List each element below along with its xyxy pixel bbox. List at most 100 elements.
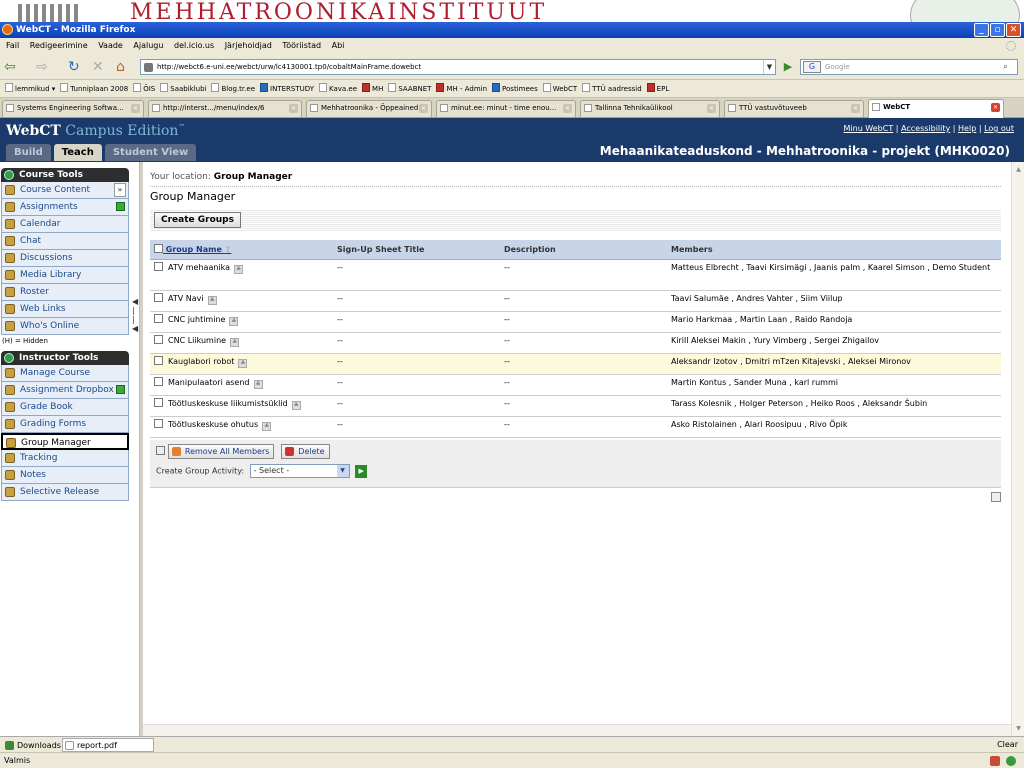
collapse-icon[interactable]: [4, 353, 14, 363]
bookmark-postimees[interactable]: Postimees: [492, 80, 538, 97]
sidebar-item-manage-course[interactable]: Manage Course: [1, 365, 129, 382]
bookmark-mh-admin[interactable]: MH - Admin: [436, 80, 487, 97]
link-my-webct[interactable]: Minu WebCT: [844, 124, 894, 133]
scroll-down-icon[interactable]: ▼: [1013, 723, 1024, 734]
select-all-checkbox[interactable]: [154, 244, 163, 254]
sidebar-item-selective-release[interactable]: Selective Release: [1, 484, 129, 501]
sidebar-item-notes[interactable]: Notes: [1, 467, 129, 484]
print-icon[interactable]: [991, 492, 1001, 502]
menu-file[interactable]: Fail: [6, 41, 19, 50]
close-tab-icon[interactable]: ✕: [851, 104, 860, 113]
sidebar-item-group-manager[interactable]: Group Manager: [1, 433, 129, 450]
download-item[interactable]: report.pdf: [62, 738, 154, 752]
vertical-scrollbar[interactable]: ▲ ▼: [1011, 162, 1024, 736]
browser-tab-minut-ee-minut-time-enou[interactable]: minut.ee: minut - time enou... ✕: [436, 100, 576, 117]
close-tab-icon[interactable]: ✕: [289, 104, 298, 113]
row-checkbox[interactable]: [154, 334, 163, 344]
sidebar-item-media-library[interactable]: Media Library: [1, 267, 129, 284]
row-checkbox[interactable]: [154, 355, 163, 365]
close-tab-icon[interactable]: ✕: [563, 104, 572, 113]
go-arrow-icon[interactable]: ▶: [355, 464, 368, 478]
stop-icon[interactable]: ✕: [92, 58, 104, 76]
row-checkbox[interactable]: [154, 313, 163, 323]
link-accessibility[interactable]: Accessibility: [901, 124, 950, 133]
sidebar-item-grade-book[interactable]: Grade Book: [1, 399, 129, 416]
addon-icon[interactable]: [990, 756, 1000, 766]
browser-tab-mehhatroonika-oppeained[interactable]: Mehhatroonika - Õppeained ✕: [306, 100, 432, 117]
tab-build[interactable]: Build: [6, 144, 51, 161]
chevron-down-icon[interactable]: »: [114, 183, 126, 197]
bookmark-saabnet[interactable]: SAABNET: [388, 80, 431, 97]
group-options-icon[interactable]: ≚: [234, 264, 244, 274]
bookmark-webct[interactable]: WebCT: [542, 80, 577, 97]
home-icon[interactable]: ⌂: [116, 58, 125, 76]
menu-history[interactable]: Ajalugu: [133, 41, 163, 50]
browser-tab-tallinna-tehnikaulikool[interactable]: Tallinna Tehnikaülikool ✕: [580, 100, 720, 117]
sidebar-item-grading-forms[interactable]: Grading Forms: [1, 416, 129, 433]
group-options-icon[interactable]: ≚: [291, 400, 301, 410]
menu-bookmarks[interactable]: Järjehoidjad: [225, 41, 272, 50]
group-name[interactable]: Töötluskeskuse liikumistsüklid: [168, 399, 288, 408]
security-ok-icon[interactable]: [1006, 756, 1016, 766]
search-engine-icon[interactable]: G: [803, 61, 821, 73]
chevron-down-icon[interactable]: ▼: [336, 465, 349, 477]
delete-button[interactable]: Delete: [281, 444, 330, 459]
bookmark-tunniplaan-2008[interactable]: Tunniplaan 2008: [60, 80, 128, 97]
create-groups-button[interactable]: Create Groups: [154, 212, 241, 228]
group-name[interactable]: Töötluskeskuse ohutus: [168, 420, 258, 429]
group-name[interactable]: ATV mehaanika: [168, 263, 230, 272]
remove-all-members-button[interactable]: Remove All Members: [167, 444, 275, 459]
menu-view[interactable]: Vaade: [98, 41, 123, 50]
reload-icon[interactable]: ↻: [68, 58, 80, 76]
go-icon[interactable]: ▶: [780, 59, 796, 75]
search-icon[interactable]: ⌕: [1003, 61, 1015, 73]
back-icon[interactable]: ⇦: [4, 58, 16, 76]
sidebar-item-who-s-online[interactable]: Who's Online: [1, 318, 129, 335]
scroll-up-icon[interactable]: ▲: [1013, 164, 1024, 175]
bookmark-interstudy[interactable]: INTERSTUDY: [260, 80, 314, 97]
tab-teach[interactable]: Teach: [53, 144, 102, 161]
minimize-icon[interactable]: _: [974, 23, 989, 37]
search-box[interactable]: G Google ⌕: [800, 59, 1018, 75]
check-all-icon[interactable]: [156, 446, 165, 455]
group-name[interactable]: Kauglabori robot: [168, 357, 234, 366]
group-options-icon[interactable]: ≚: [230, 337, 240, 347]
url-bar[interactable]: http://webct6.e-uni.ee/webct/urw/lc41300…: [140, 59, 776, 75]
row-checkbox[interactable]: [154, 376, 163, 386]
column-group-name[interactable]: Group Name ⇧: [150, 240, 333, 260]
browser-tab-http-interst-menu-index-6[interactable]: http://interst.../menu/index/6 ✕: [148, 100, 302, 117]
group-name[interactable]: CNC Liikumine: [168, 336, 226, 345]
browser-tab-ttu-vastuvotuveeb[interactable]: TTÜ vastuvõtuveeb ✕: [724, 100, 864, 117]
link-logout[interactable]: Log out: [984, 124, 1014, 133]
bookmark-saabiklubi[interactable]: Saabiklubi: [160, 80, 206, 97]
sidebar-collapse-icon[interactable]: ◀ | | ◀: [132, 297, 138, 333]
row-checkbox[interactable]: [154, 418, 163, 428]
menu-edit[interactable]: Redigeerimine: [30, 41, 88, 50]
instructor-tools-header[interactable]: Instructor Tools: [1, 351, 129, 365]
forward-icon[interactable]: ⇨: [36, 58, 48, 76]
sidebar-item-assignment-dropbox[interactable]: Assignment Dropbox: [1, 382, 129, 399]
bookmark-ttu-aadressid[interactable]: TTÜ aadressid: [582, 80, 642, 97]
link-help[interactable]: Help: [958, 124, 976, 133]
sidebar-item-course-content[interactable]: Course Content »: [1, 182, 129, 199]
group-options-icon[interactable]: ≚: [253, 379, 263, 389]
tab-student-view[interactable]: Student View: [104, 144, 197, 161]
row-checkbox[interactable]: [154, 397, 163, 407]
collapse-icon[interactable]: [4, 170, 14, 180]
course-tools-header[interactable]: Course Tools: [1, 168, 129, 182]
close-tab-icon[interactable]: ✕: [419, 104, 428, 113]
bookmark-blog-tr-ee[interactable]: Blog.tr.ee: [211, 80, 255, 97]
bookmark-epl[interactable]: EPL: [646, 80, 669, 97]
close-tab-icon[interactable]: ✕: [131, 104, 140, 113]
maximize-icon[interactable]: ▫: [990, 23, 1005, 37]
sidebar-item-assignments[interactable]: Assignments: [1, 199, 129, 216]
bookmark-ois[interactable]: ÕIS: [133, 80, 155, 97]
sort-icon[interactable]: ⇧: [225, 245, 232, 254]
sidebar-item-web-links[interactable]: Web Links: [1, 301, 129, 318]
row-checkbox[interactable]: [154, 261, 163, 271]
group-name[interactable]: Manipulaatori asend: [168, 378, 250, 387]
browser-tab-webct[interactable]: WebCT ✕: [868, 99, 1004, 118]
bookmark-kava-ee[interactable]: Kava.ee: [319, 80, 357, 97]
sidebar-item-roster[interactable]: Roster: [1, 284, 129, 301]
group-options-icon[interactable]: ≚: [207, 295, 217, 305]
